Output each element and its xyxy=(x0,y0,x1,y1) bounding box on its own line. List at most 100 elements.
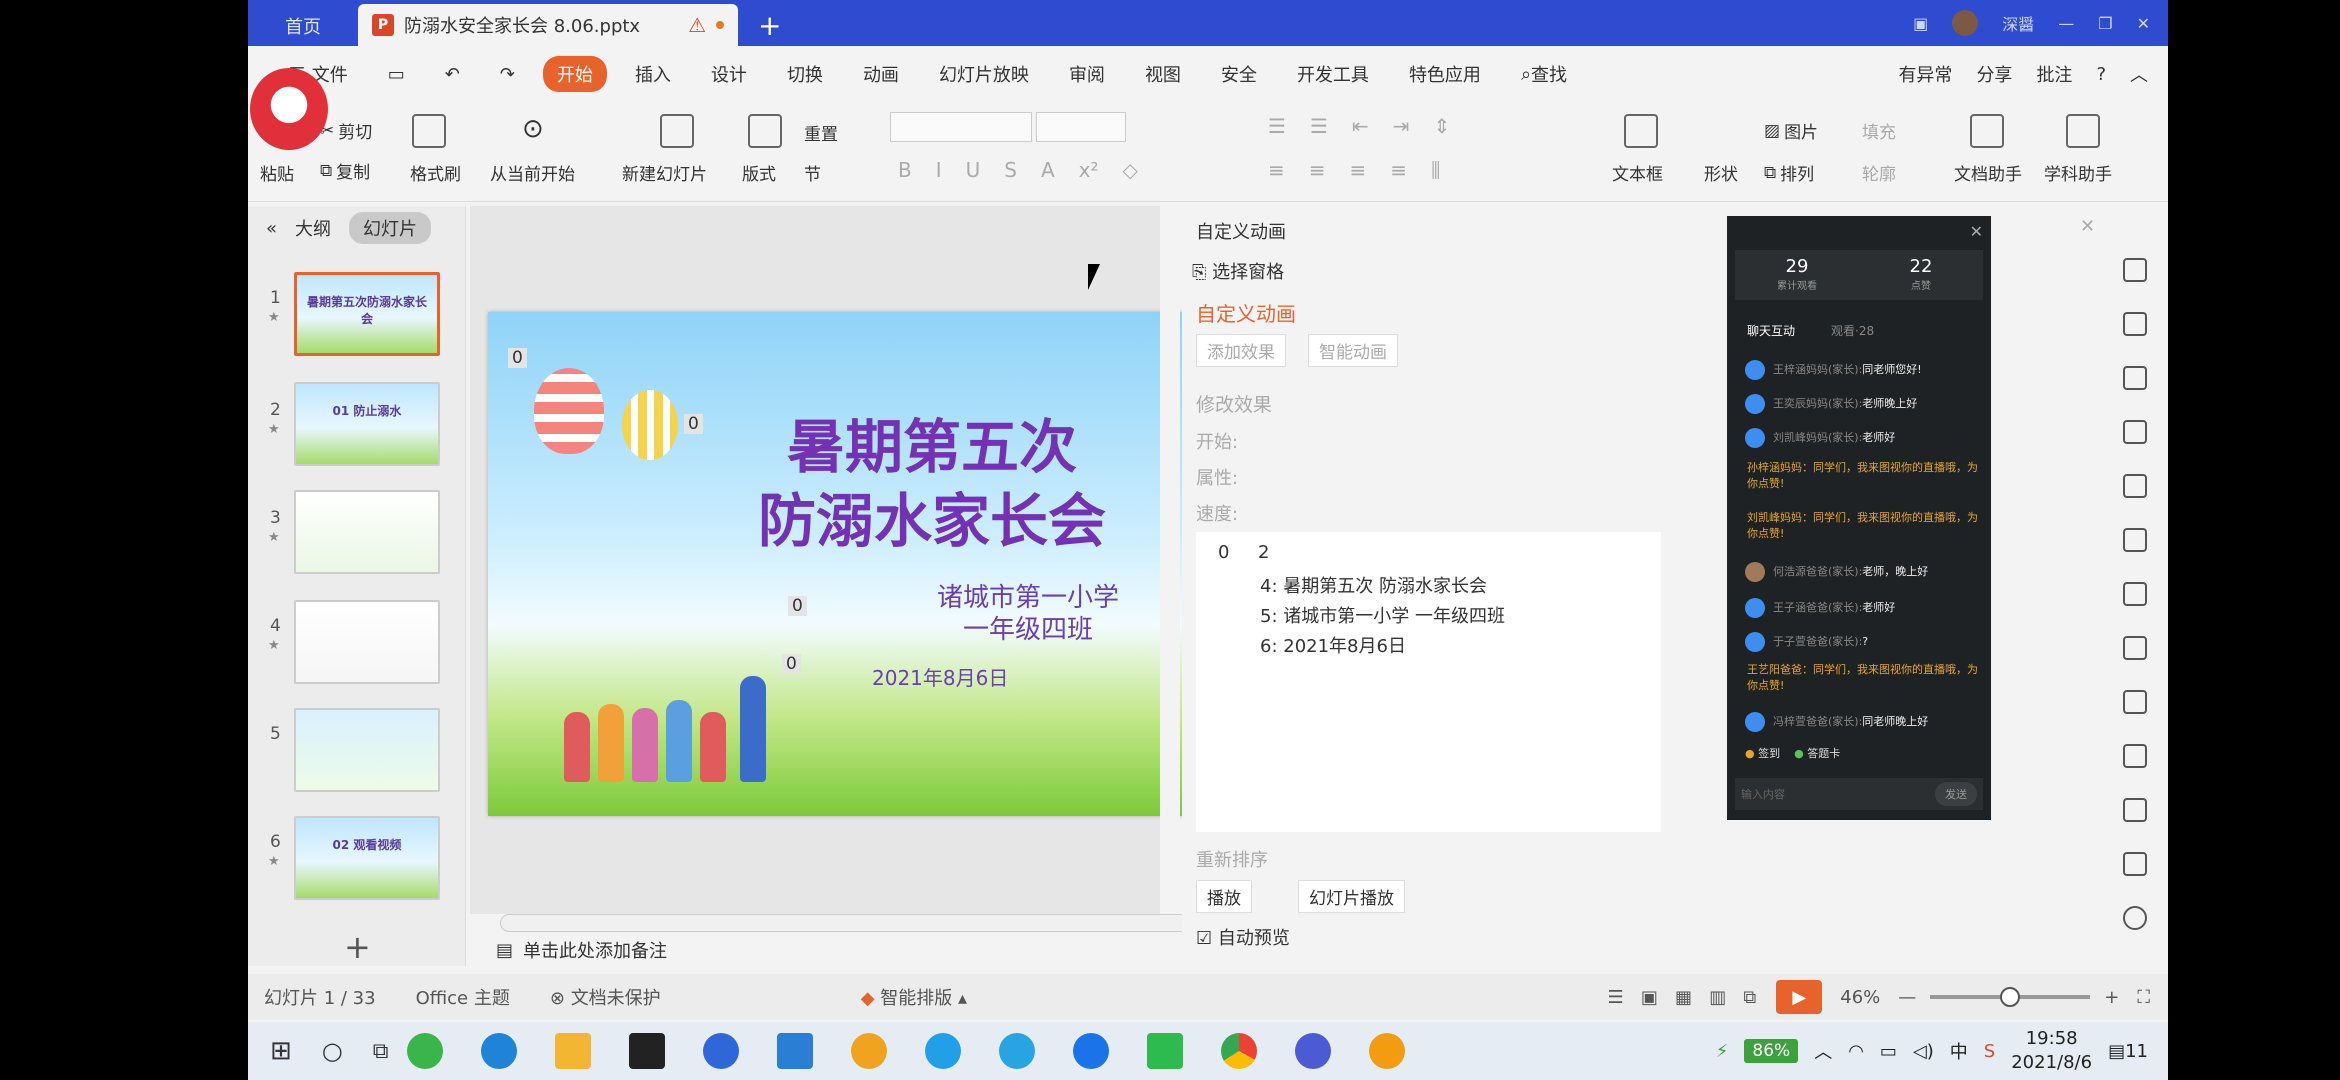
picture-button[interactable]: ▨ 图片 xyxy=(1764,118,1818,144)
sorter-view-icon[interactable]: ▦ xyxy=(1675,987,1692,1008)
grid-icon[interactable] xyxy=(2123,474,2147,498)
from-current-button[interactable]: 从当前开始 xyxy=(490,160,575,185)
undo-icon[interactable]: ↶ xyxy=(425,56,480,92)
image-stack-icon[interactable] xyxy=(2123,636,2147,660)
app-file-explorer-icon[interactable] xyxy=(555,1033,592,1069)
app-mail-icon[interactable] xyxy=(777,1033,814,1069)
superscript-icon[interactable]: x² xyxy=(1079,158,1099,182)
bold-icon[interactable]: B xyxy=(898,158,912,182)
anim-order-badge[interactable]: 0 xyxy=(782,654,801,674)
app-edge-icon[interactable] xyxy=(481,1033,518,1069)
new-slide-icon[interactable] xyxy=(660,114,694,148)
clock[interactable]: 19:58 2021/8/6 xyxy=(2011,1027,2092,1075)
format-painter-button[interactable]: 格式刷 xyxy=(410,160,461,185)
layout-icon[interactable] xyxy=(748,114,782,148)
fit-window-icon[interactable]: ⛶ xyxy=(2137,987,2150,1008)
font-size-combo[interactable] xyxy=(1036,112,1126,142)
menu-animation[interactable]: 动画 xyxy=(843,56,919,92)
menu-special[interactable]: 特色应用 xyxy=(1389,56,1501,92)
settings-icon[interactable] xyxy=(2123,906,2147,930)
outline-button[interactable]: 轮廓 xyxy=(1862,160,1896,185)
anim-list-item[interactable]: 4: 暑期第五次 防溺水家长会 xyxy=(1260,572,1487,598)
zoom-slider-knob[interactable] xyxy=(2000,987,2021,1007)
slide-date[interactable]: 2021年8月6日 xyxy=(872,662,1008,691)
slide-thumbnail[interactable] xyxy=(294,490,440,574)
outdent-icon[interactable]: ⇥ xyxy=(1393,114,1410,138)
anim-order-badge[interactable]: 0 xyxy=(788,596,807,616)
columns-icon[interactable]: ⫼ xyxy=(1431,158,1440,182)
new-slide-button[interactable]: 新建幻灯片 xyxy=(622,160,707,185)
wifi-icon[interactable]: ◠ xyxy=(1848,1041,1864,1062)
doc-helper-icon[interactable] xyxy=(1970,114,2004,148)
tab-home[interactable]: 首页 xyxy=(248,6,358,46)
zoom-in-icon[interactable]: + xyxy=(2104,987,2119,1008)
share-button[interactable]: 分享 xyxy=(1976,61,2012,87)
pane-close-icon[interactable]: ✕ xyxy=(2080,216,2095,237)
speaker-icon[interactable] xyxy=(2123,852,2147,876)
app-360-browser-icon[interactable] xyxy=(407,1033,444,1069)
textbox-button[interactable]: 文本框 xyxy=(1612,160,1663,185)
tab-chat[interactable]: 聊天互动 xyxy=(1747,322,1795,339)
font-color-icon[interactable]: A xyxy=(1041,158,1055,182)
reset-button[interactable]: 重置 xyxy=(804,120,838,145)
menu-review[interactable]: 审阅 xyxy=(1049,56,1125,92)
shape-button[interactable]: 形状 xyxy=(1704,160,1738,185)
sliders-icon[interactable] xyxy=(2123,582,2147,606)
collapse-panel-icon[interactable]: « xyxy=(266,218,277,239)
line-spacing-icon[interactable]: ⇕ xyxy=(1433,114,1450,138)
comment-button[interactable]: 批注 xyxy=(2036,61,2072,87)
play-circle-icon[interactable]: ⊙ xyxy=(522,114,544,144)
theme-name[interactable]: Office 主题 xyxy=(416,984,510,1010)
menu-start[interactable]: 开始 xyxy=(542,56,607,92)
paste-button[interactable]: 粘贴 xyxy=(260,160,294,185)
window-layout-icon[interactable]: ▣ xyxy=(1913,14,1928,33)
user-avatar[interactable] xyxy=(1952,10,1979,36)
restore-icon[interactable]: ❐ xyxy=(2098,14,2112,33)
arrange-button[interactable]: ⧉ 排列 xyxy=(1764,160,1814,186)
app-chrome-icon[interactable] xyxy=(1221,1033,1258,1069)
anim-list-item[interactable]: 6: 2021年8月6日 xyxy=(1260,632,1406,658)
anim-group-label[interactable]: 2 xyxy=(1258,542,1269,563)
list-view-icon[interactable]: ☰ xyxy=(1608,987,1624,1008)
italic-icon[interactable]: I xyxy=(936,158,942,182)
align-right-icon[interactable]: ≡ xyxy=(1350,158,1367,182)
font-name-combo[interactable] xyxy=(890,112,1032,142)
search-circle-icon[interactable]: ○ xyxy=(322,1037,343,1065)
tab-outline[interactable]: 大纲 xyxy=(295,215,331,241)
indent-icon[interactable]: ⇤ xyxy=(1352,114,1369,138)
tab-slides[interactable]: 幻灯片 xyxy=(349,212,432,244)
chart-icon[interactable] xyxy=(2123,528,2147,552)
menu-transition[interactable]: 切换 xyxy=(767,56,843,92)
app-chat-bubble-icon[interactable] xyxy=(851,1033,888,1069)
zoom-slider[interactable] xyxy=(1930,987,2091,1007)
menu-slideshow[interactable]: 幻灯片放映 xyxy=(919,56,1049,92)
app-l-icon[interactable] xyxy=(703,1033,740,1069)
menu-developer[interactable]: 开发工具 xyxy=(1277,56,1389,92)
bullet-list-icon[interactable]: ☰ xyxy=(1268,114,1286,138)
slide-thumbnail[interactable]: 暑期第五次防溺水家长会 xyxy=(294,272,440,356)
redo-icon[interactable]: ↷ xyxy=(480,56,535,92)
fill-button[interactable]: 填充 xyxy=(1862,118,1896,143)
textbox-icon[interactable] xyxy=(1624,114,1658,148)
menu-security[interactable]: 安全 xyxy=(1201,56,1277,92)
select-pane-button[interactable]: ⎘ 选择窗格 xyxy=(1192,258,1284,284)
clear-format-icon[interactable]: ◇ xyxy=(1123,158,1138,182)
section-button[interactable]: 节 xyxy=(804,160,821,185)
checkin-button[interactable]: ● 签到 xyxy=(1745,746,1780,762)
chat-send-button[interactable]: 发送 xyxy=(1935,782,1977,806)
ime-icon[interactable]: 中 xyxy=(1950,1038,1968,1064)
strike-icon[interactable]: S xyxy=(1004,158,1017,182)
battery-icon[interactable]: ▭ xyxy=(1880,1041,1897,1062)
align-center-icon[interactable]: ≡ xyxy=(1309,158,1326,182)
tab-viewers[interactable]: 观看·28 xyxy=(1831,322,1874,339)
auto-preview-checkbox[interactable]: ☑ 自动预览 xyxy=(1196,924,1290,950)
format-painter-icon[interactable] xyxy=(412,114,446,148)
new-tab-button[interactable]: + xyxy=(758,4,781,46)
menu-insert[interactable]: 插入 xyxy=(615,56,691,92)
app-wechat-icon[interactable] xyxy=(1147,1033,1184,1069)
smart-animation-button[interactable]: 智能动画 xyxy=(1308,334,1398,367)
copy-button[interactable]: ⧉ 复制 xyxy=(320,158,370,184)
wps-tray-icon[interactable]: S xyxy=(1984,1041,1995,1062)
align-left-icon[interactable]: ≡ xyxy=(1268,158,1285,182)
app-store-icon[interactable] xyxy=(629,1033,666,1069)
